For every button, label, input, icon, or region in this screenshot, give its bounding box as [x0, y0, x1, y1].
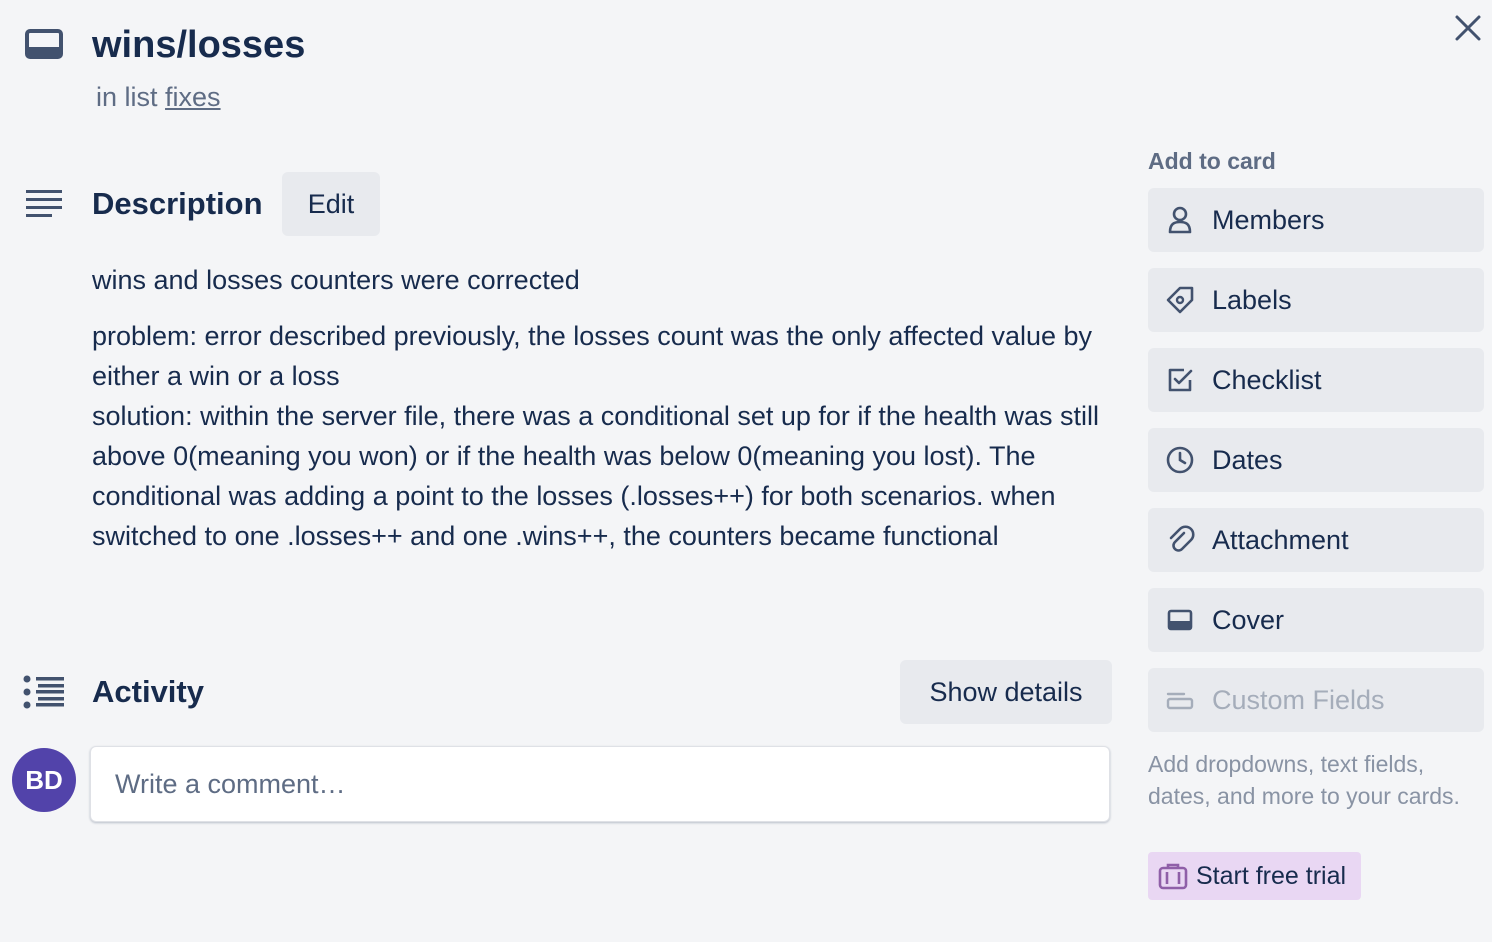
card-icon: [24, 28, 64, 60]
list-location: in list fixes: [96, 80, 221, 114]
cover-label: Cover: [1212, 604, 1285, 635]
start-free-trial-label: Start free trial: [1196, 861, 1347, 890]
description-heading: Description: [92, 186, 263, 221]
close-icon: [1455, 15, 1481, 41]
cover-button[interactable]: Cover: [1148, 588, 1484, 652]
custom-fields-icon: [1166, 692, 1194, 710]
custom-fields-label: Custom Fields: [1212, 684, 1385, 715]
show-details-button[interactable]: Show details: [900, 660, 1112, 724]
start-free-trial-button[interactable]: Start free trial: [1148, 852, 1361, 900]
description-paragraph: wins and losses counters were corrected: [92, 265, 580, 295]
custom-fields-button[interactable]: Custom Fields: [1148, 668, 1484, 732]
labels-label: Labels: [1212, 284, 1292, 315]
briefcase-icon: [1158, 863, 1188, 890]
labels-button[interactable]: Labels: [1148, 268, 1484, 332]
members-label: Members: [1212, 204, 1325, 235]
dates-label: Dates: [1212, 444, 1283, 475]
edit-description-button[interactable]: Edit: [282, 172, 380, 236]
checkbox-icon: [1168, 368, 1193, 392]
clock-icon: [1166, 446, 1194, 474]
list-link[interactable]: fixes: [165, 82, 221, 112]
comment-input[interactable]: [90, 746, 1110, 822]
list-prefix: in list: [96, 82, 158, 112]
paperclip-icon: [1169, 525, 1195, 552]
tag-icon: [1166, 286, 1194, 314]
close-button[interactable]: [1448, 8, 1488, 48]
description-paragraph: problem: error described previously, the…: [92, 321, 1093, 391]
cover-icon: [1167, 609, 1193, 631]
activity-heading: Activity: [92, 674, 204, 709]
activity-icon: [22, 674, 66, 710]
attachment-button[interactable]: Attachment: [1148, 508, 1484, 572]
attachment-label: Attachment: [1212, 524, 1349, 555]
checklist-button[interactable]: Checklist: [1148, 348, 1484, 412]
description-icon: [24, 188, 64, 220]
card-title[interactable]: wins/losses: [92, 22, 305, 68]
custom-fields-help-text: Add dropdowns, text fields, dates, and m…: [1148, 751, 1460, 809]
checklist-label: Checklist: [1212, 364, 1322, 395]
description-paragraph: solution: within the server file, there …: [92, 401, 1100, 551]
members-button[interactable]: Members: [1148, 188, 1484, 252]
description-body[interactable]: wins and losses counters were corrected …: [92, 260, 1102, 572]
dates-button[interactable]: Dates: [1148, 428, 1484, 492]
person-icon: [1168, 206, 1192, 234]
add-to-card-heading: Add to card: [1148, 148, 1276, 174]
avatar[interactable]: BD: [12, 748, 76, 812]
